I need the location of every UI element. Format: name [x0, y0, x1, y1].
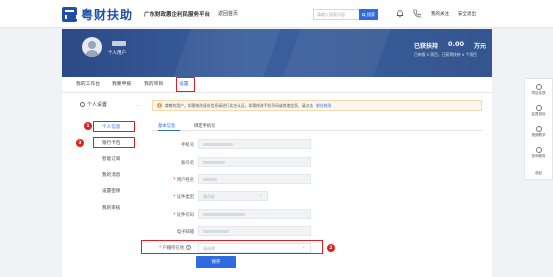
floating-toolbar: 项目反馈 监督投诉 视频教学 咨询服务 收起 — [524, 78, 553, 180]
headset-icon — [535, 147, 542, 153]
account-field — [198, 157, 311, 167]
float-video-label: 视频教学 — [531, 133, 546, 137]
page: 粤财扶助 广东财政惠企利民服务平台 返回首页 请输入搜索内容 搜索 我的关注 安… — [0, 0, 553, 277]
float-collapse-label: 收起 — [535, 171, 542, 175]
platform-name: 广东财政惠企利民服务平台 — [144, 12, 211, 18]
user-name-label: * 用户姓名 — [173, 178, 194, 183]
sidebar-item-security-question[interactable]: 设置密保 — [102, 188, 120, 194]
notice-text: 尊敬的用户，如需修改身份信息请进行实名认证，如需修改手机号码或其他信息，请点击 — [165, 102, 314, 108]
subtab-bind-phone[interactable]: 绑定手机号 — [194, 123, 215, 129]
site-logo[interactable]: 粤财扶助 — [62, 6, 133, 23]
my-follow-link[interactable]: 我的关注 — [431, 11, 449, 17]
float-complaint[interactable]: 监督投诉 — [525, 105, 552, 117]
shield-icon — [535, 105, 542, 111]
float-consult[interactable]: 咨询服务 — [525, 147, 552, 159]
household-register-placeholder: 请选择 — [203, 246, 215, 251]
logo-text: 粤财扶助 — [81, 8, 134, 22]
save-button[interactable]: 保存 — [196, 256, 236, 268]
feedback-icon — [535, 84, 542, 90]
chevron-down-icon: ⌄ — [302, 244, 306, 249]
user-type: 个人用户 — [108, 51, 126, 56]
home-link[interactable]: 返回首页 — [218, 10, 238, 17]
support-summary: 已申报 0 项目，已获得扶持 0 个项目 — [414, 52, 477, 57]
float-feedback-label: 项目反馈 — [531, 91, 546, 95]
float-video[interactable]: 视频教学 — [525, 126, 552, 138]
notice-link[interactable]: 前往修改 — [316, 103, 331, 109]
account-label: 账号名 — [181, 161, 194, 166]
id-number-field[interactable] — [198, 209, 311, 219]
main-tabs: 我的工作台 我要申报 我的项目 设置 — [62, 77, 492, 93]
banner-decoration — [283, 29, 391, 77]
tab-apply[interactable]: 我要申报 — [112, 80, 131, 87]
search-icon — [362, 12, 366, 17]
step-badge-1: 1 — [84, 122, 92, 130]
float-feedback[interactable]: 项目反馈 — [525, 84, 552, 96]
search-button-label: 搜索 — [367, 11, 375, 17]
play-icon — [535, 126, 542, 132]
tab-my-projects[interactable]: 我的项目 — [144, 80, 163, 87]
email-field[interactable] — [198, 226, 311, 236]
step-badge-2: 2 — [327, 244, 335, 252]
person-icon — [80, 102, 85, 107]
id-number-label: * 证件号码 — [173, 213, 194, 218]
float-consult-label: 咨询服务 — [531, 154, 546, 158]
chevron-down-icon: ⌄ — [136, 102, 140, 107]
user-name-redacted — [112, 41, 126, 46]
phone-label: 手机号 — [181, 143, 194, 148]
user-name-field[interactable] — [198, 174, 311, 184]
bank-building-icon — [62, 7, 78, 22]
float-complaint-label: 监督投诉 — [531, 112, 546, 116]
sidebar-item-review[interactable]: 我的审核 — [102, 205, 120, 211]
sidebar-item-bank-card[interactable]: 银行卡包 — [102, 140, 120, 146]
help-icon[interactable]: ? — [186, 245, 191, 250]
sidebar-item-personal-info[interactable]: 个人信息 — [102, 124, 120, 130]
household-register-select[interactable]: 请选择 — [198, 243, 311, 253]
highlight-settings-tab — [176, 77, 195, 92]
email-label: 电子邮箱 — [176, 230, 194, 235]
support-unit: 万元 — [474, 43, 487, 50]
phone-icon[interactable] — [413, 9, 421, 18]
chevron-down-icon: ⌄ — [259, 192, 263, 197]
search-button[interactable]: 搜索 — [359, 9, 378, 20]
household-register-label: * 户籍所在地 — [158, 246, 184, 251]
support-label: 已获扶持 — [414, 43, 439, 50]
sidebar-header-label: 个人设置 — [87, 102, 108, 108]
sub-tabs: 基本信息 绑定手机号 — [152, 121, 482, 131]
user-banner: 个人用户 已获扶持 0.00 万元 已申报 0 项目，已获得扶持 0 个项目 — [62, 29, 492, 77]
warning-icon: ! — [157, 103, 162, 108]
id-type-label: * 证件类型 — [173, 195, 194, 200]
banner-decoration — [173, 29, 281, 77]
sidebar-header[interactable]: 个人设置 — [80, 101, 107, 108]
top-navbar: 粤财扶助 广东财政惠企利民服务平台 返回首页 请输入搜索内容 搜索 我的关注 安… — [0, 0, 553, 28]
notice-banner: ! 尊敬的用户，如需修改身份信息请进行实名认证，如需修改手机号码或其他信息，请点… — [152, 100, 482, 111]
id-type-select[interactable]: 身份证 — [198, 191, 268, 201]
avatar — [82, 37, 102, 57]
float-collapse[interactable]: 收起 — [525, 170, 552, 176]
tab-workbench[interactable]: 我的工作台 — [76, 80, 100, 87]
id-type-value: 身份证 — [203, 194, 215, 199]
phone-field — [198, 139, 311, 149]
subtab-basic-info[interactable]: 基本信息 — [158, 123, 175, 129]
sidebar-item-messages[interactable]: 我的消息 — [102, 172, 120, 178]
step-badge-3: 3 — [76, 139, 84, 147]
bell-icon[interactable] — [396, 9, 404, 18]
search-input[interactable]: 请输入搜索内容 — [313, 9, 359, 20]
sidebar-item-subscription[interactable]: 智能订阅 — [102, 156, 120, 162]
support-amount: 0.00 — [448, 40, 465, 48]
active-subtab-indicator — [158, 130, 180, 131]
logout-link[interactable]: 安全退出 — [458, 11, 476, 17]
